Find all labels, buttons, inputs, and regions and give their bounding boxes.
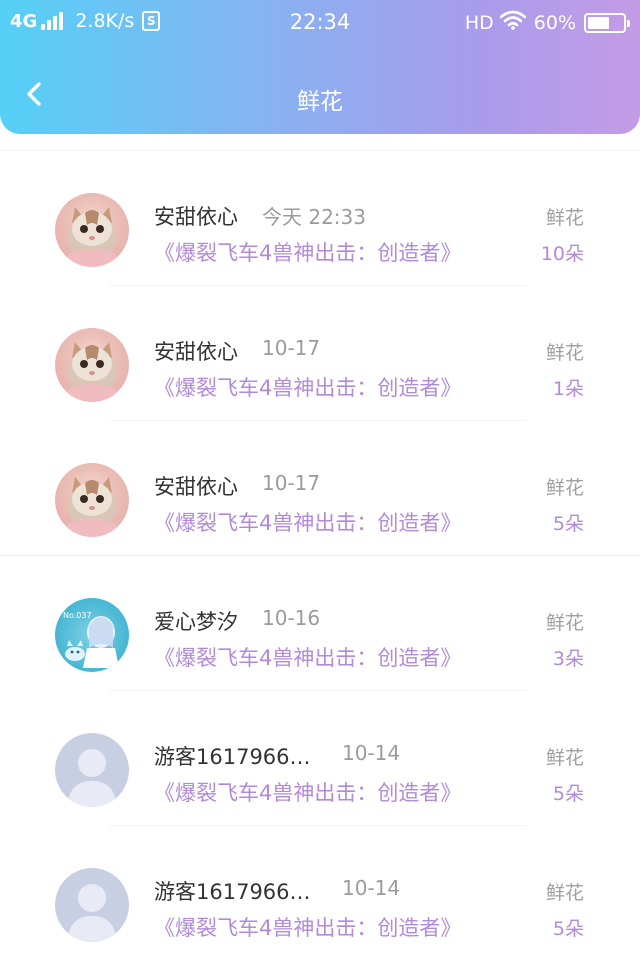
- username[interactable]: 安甜依心: [154, 336, 238, 366]
- gift-type-label: 鲜花: [545, 612, 584, 634]
- avatar[interactable]: [55, 868, 129, 942]
- gift-count: 5朵: [552, 513, 584, 535]
- gift-type-label: 鲜花: [545, 747, 584, 769]
- battery-icon: [584, 12, 630, 33]
- avatar[interactable]: No.037: [55, 598, 129, 672]
- avatar[interactable]: [55, 463, 129, 537]
- gift-time: 今天 22:33: [262, 205, 366, 229]
- username[interactable]: 爱心梦汐: [154, 606, 238, 636]
- gift-time: 10-14: [342, 876, 401, 900]
- username[interactable]: 游客1617966…: [154, 876, 311, 906]
- gift-count: 5朵: [552, 918, 584, 940]
- gift-count: 3朵: [552, 648, 584, 670]
- battery-percent: 60%: [533, 11, 576, 34]
- book-title-link[interactable]: 《爆裂飞车4兽神出击：创造者》: [154, 372, 461, 402]
- gift-count: 5朵: [552, 783, 584, 805]
- avatar[interactable]: [55, 733, 129, 807]
- hd-indicator: HD: [464, 11, 494, 34]
- list-item[interactable]: 游客1617966… 10-14 《爆裂飞车4兽神出击：创造者》 鲜花 5朵: [0, 826, 640, 960]
- username[interactable]: 游客1617966…: [154, 741, 311, 771]
- avatar[interactable]: [55, 328, 129, 402]
- book-title-link[interactable]: 《爆裂飞车4兽神出击：创造者》: [154, 642, 461, 672]
- status-right: HD 60%: [464, 10, 630, 35]
- username[interactable]: 安甜依心: [154, 201, 238, 231]
- header: 4G 2.8K/s S 22:34 HD 60% 鲜花: [0, 0, 640, 134]
- username[interactable]: 安甜依心: [154, 471, 238, 501]
- book-title-link[interactable]: 《爆裂飞车4兽神出击：创造者》: [154, 237, 461, 267]
- svg-text:No.037: No.037: [63, 611, 92, 620]
- gift-time: 10-17: [262, 336, 321, 360]
- list-item[interactable]: 安甜依心 今天 22:33 《爆裂飞车4兽神出击：创造者》 鲜花 10朵: [0, 151, 640, 286]
- book-title-link[interactable]: 《爆裂飞车4兽神出击：创造者》: [154, 912, 461, 942]
- list-item[interactable]: No.037 爱心梦汐 10-16 《爆裂飞车4兽神出击：创造者》 鲜花 3朵: [0, 556, 640, 691]
- page-title: 鲜花: [297, 89, 343, 115]
- flower-gift-list: 安甜依心 今天 22:33 《爆裂飞车4兽神出击：创造者》 鲜花 10朵 安甜依…: [0, 150, 640, 960]
- gift-count: 1朵: [552, 378, 584, 400]
- status-bar: 4G 2.8K/s S 22:34 HD 60%: [0, 0, 640, 44]
- gift-type-label: 鲜花: [545, 477, 584, 499]
- gift-count: 10朵: [540, 243, 584, 265]
- avatar[interactable]: [55, 193, 129, 267]
- gift-type-label: 鲜花: [545, 882, 584, 904]
- wifi-icon: [499, 10, 527, 35]
- list-item[interactable]: 游客1617966… 10-14 《爆裂飞车4兽神出击：创造者》 鲜花 5朵: [0, 691, 640, 826]
- gift-type-label: 鲜花: [545, 207, 584, 229]
- list-item[interactable]: 安甜依心 10-17 《爆裂飞车4兽神出击：创造者》 鲜花 5朵: [0, 421, 640, 556]
- gift-time: 10-17: [262, 471, 321, 495]
- gift-type-label: 鲜花: [545, 342, 584, 364]
- gift-time: 10-14: [342, 741, 401, 765]
- book-title-link[interactable]: 《爆裂飞车4兽神出击：创造者》: [154, 507, 461, 537]
- gift-time: 10-16: [262, 606, 321, 630]
- list-item[interactable]: 安甜依心 10-17 《爆裂飞车4兽神出击：创造者》 鲜花 1朵: [0, 286, 640, 421]
- book-title-link[interactable]: 《爆裂飞车4兽神出击：创造者》: [154, 777, 461, 807]
